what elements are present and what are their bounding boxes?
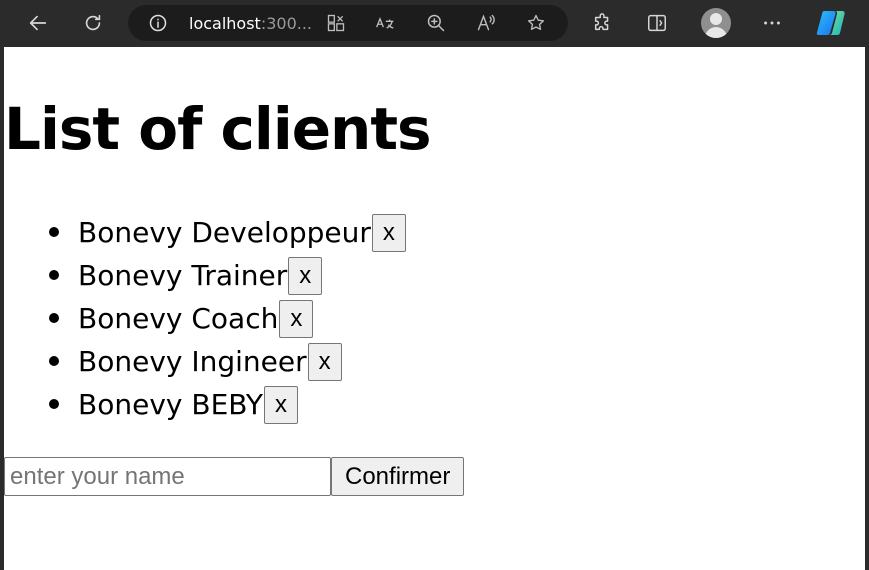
refresh-icon[interactable] [78,8,108,38]
bullet [49,270,59,280]
bullet [49,227,59,237]
info-icon[interactable] [148,13,168,33]
browser-toolbar: localhost:300... [0,0,869,46]
url-rest: :300... [260,14,313,33]
address-bar[interactable]: localhost:300... [128,5,568,41]
remove-client-button[interactable]: x [371,213,406,252]
translate-icon[interactable] [375,13,399,33]
puzzle-icon[interactable] [588,8,618,38]
client-name: Bonevy Developpeur [78,216,371,249]
copilot-icon[interactable] [815,8,847,38]
page-title: List of clients [4,95,432,163]
remove-client-button[interactable]: x [307,342,342,381]
confirm-button[interactable]: Confirmer [331,457,465,496]
split-screen-icon[interactable] [642,8,672,38]
remove-client-button[interactable]: x [264,385,299,424]
list-item: Bonevy Coach x [4,297,406,340]
avatar[interactable] [701,8,731,38]
remove-client-button[interactable]: x [288,256,323,295]
read-aloud-icon[interactable] [476,13,496,33]
bullet [49,399,59,409]
back-arrow-icon[interactable] [23,8,53,38]
client-list: Bonevy Developpeur x Bonevy Trainer x Bo… [4,211,406,426]
name-input[interactable] [4,457,331,496]
star-icon[interactable] [526,13,546,33]
url-text[interactable]: localhost:300... [189,14,312,33]
app-grid-icon[interactable] [326,13,346,33]
list-item: Bonevy Developpeur x [4,211,406,254]
bullet [49,313,59,323]
bullet [49,356,59,366]
more-icon[interactable] [757,8,787,38]
zoom-icon[interactable] [426,13,446,33]
client-name: Bonevy BEBY [78,388,264,421]
remove-client-button[interactable]: x [279,299,314,338]
url-host: localhost [189,14,261,33]
window-edge [865,47,869,570]
list-item: Bonevy Trainer x [4,254,406,297]
client-name: Bonevy Ingineer [78,345,307,378]
client-name: Bonevy Trainer [78,259,288,292]
page-viewport: List of clients Bonevy Developpeur x Bon… [4,47,865,570]
list-item: Bonevy Ingineer x [4,340,406,383]
list-item: Bonevy BEBY x [4,383,406,426]
add-client-form: Confirmer [4,457,465,496]
client-name: Bonevy Coach [78,302,279,335]
